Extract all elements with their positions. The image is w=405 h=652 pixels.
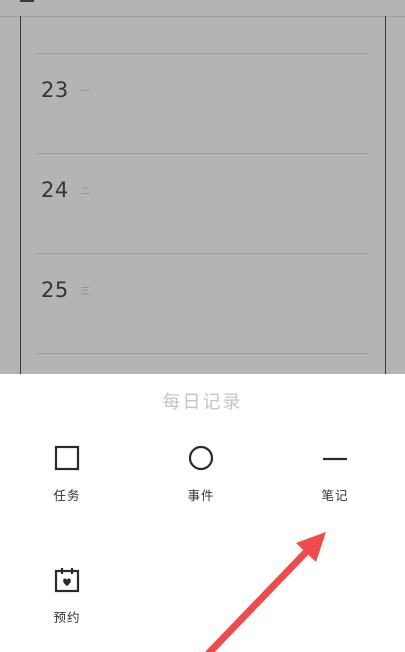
day-row-25: 25 三 [41,275,90,305]
row-divider [36,53,368,54]
header-stub [20,0,34,2]
circle-icon [188,445,214,471]
daily-log-sheet: 每日记录 任务 事件 笔记 预约 [0,374,405,652]
day-weekday: 二 [80,186,90,197]
day-weekday: 一 [80,86,90,97]
dash-icon [323,457,347,461]
day-row-24: 24 二 [41,175,90,205]
day-number: 25 [41,278,69,302]
square-icon [54,445,80,471]
row-divider [36,153,368,154]
task-option-button[interactable]: 任务 [27,444,107,504]
calendar-heart-icon [54,568,80,593]
day-number: 23 [41,78,69,102]
note-option-label: 笔记 [321,488,349,503]
appointment-option-label: 预约 [53,610,81,625]
event-option-button[interactable]: 事件 [161,444,241,504]
task-option-label: 任务 [53,488,81,503]
day-weekday: 三 [80,286,90,297]
day-number: 24 [41,178,69,202]
row-divider [36,353,368,354]
note-option-button[interactable]: 笔记 [295,444,375,504]
day-row-23: 23 一 [41,75,90,105]
appointment-option-button[interactable]: 预约 [27,566,107,626]
row-divider [36,253,368,254]
sheet-title: 每日记录 [162,392,243,413]
event-option-label: 事件 [187,488,215,503]
journal-backdrop: 23 一 24 二 25 三 [0,0,405,374]
